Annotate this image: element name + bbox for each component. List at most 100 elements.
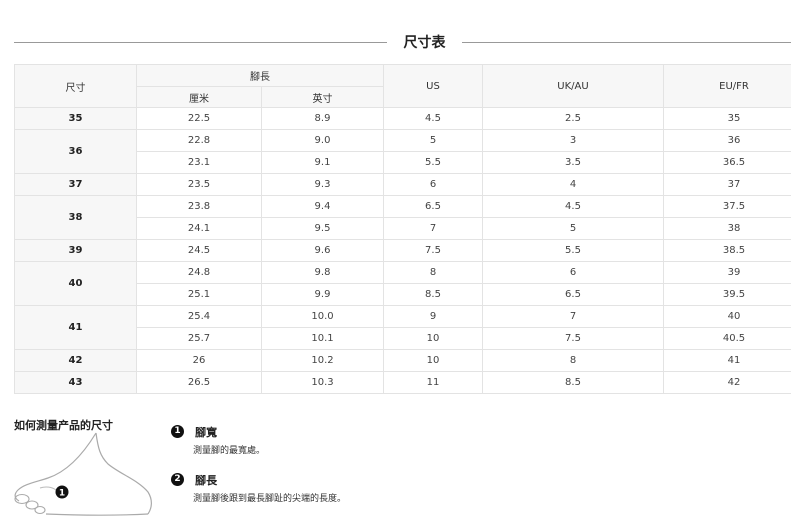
foot-outline-sole	[45, 513, 149, 516]
cell-eufr: 39	[663, 261, 791, 284]
cell-cm: 22.5	[136, 107, 262, 130]
cell-inch: 10.0	[261, 305, 384, 328]
step-foot-length: 2 腳長 測量腳後跟到最長腳趾的尖端的長度。	[171, 469, 346, 504]
cell-ukau: 5.5	[482, 239, 664, 262]
cell-cm: 23.5	[136, 173, 262, 196]
cell-ukau: 4.5	[482, 195, 664, 218]
foot-outline-top	[95, 432, 152, 515]
cell-size: 42	[14, 349, 137, 372]
step-label: 腳寬	[195, 425, 218, 439]
step-description: 測量腳後跟到最長腳趾的尖端的長度。	[193, 494, 347, 504]
header-ukau: UK/AU	[482, 64, 664, 108]
cell-eufr: 40.5	[663, 327, 791, 350]
cell-us: 7	[383, 217, 483, 240]
cell-inch: 9.3	[261, 173, 384, 196]
cell-inch: 10.1	[261, 327, 384, 350]
header-us: US	[383, 64, 483, 108]
header-cm: 厘米	[136, 86, 262, 108]
cell-ukau: 5	[482, 217, 664, 240]
cell-ukau: 3.5	[482, 151, 664, 174]
cell-cm: 23.1	[136, 151, 262, 174]
cell-eufr: 37.5	[663, 195, 791, 218]
cell-size: 43	[14, 371, 137, 394]
cell-eufr: 39.5	[663, 283, 791, 306]
cell-inch: 9.1	[261, 151, 384, 174]
header-foot-length: 腳長	[136, 64, 384, 87]
cell-eufr: 42	[663, 371, 791, 394]
table-row: 40 24.8 9.8 8 6 39	[14, 261, 791, 306]
cell-us: 8.5	[383, 283, 483, 306]
cell-us: 5.5	[383, 151, 483, 174]
cell-cm: 24.5	[136, 239, 262, 262]
cell-us: 8	[383, 261, 483, 284]
cell-size: 35	[14, 107, 137, 130]
foot-outline-instep	[14, 432, 97, 502]
cell-cm: 25.1	[136, 283, 262, 306]
table-row: 38 23.8 9.4 6.5 4.5 37.5	[14, 195, 791, 240]
cell-inch: 10.2	[261, 349, 384, 372]
cell-eufr: 37	[663, 173, 791, 196]
header-eufr: EU/FR	[663, 64, 791, 108]
cell-size: 39	[14, 239, 137, 262]
cell-ukau: 6.5	[482, 283, 664, 306]
cell-us: 4.5	[383, 107, 483, 130]
cell-cm: 23.8	[136, 195, 262, 218]
cell-inch: 9.9	[261, 283, 384, 306]
cell-size: 37	[14, 173, 137, 196]
cell-ukau: 6	[482, 261, 664, 284]
cell-size: 38	[14, 195, 137, 240]
table-row: 43 26.5 10.3 11 8.5 42	[14, 371, 791, 394]
step-label: 腳長	[195, 473, 218, 487]
header-size: 尺寸	[14, 64, 137, 108]
cell-us: 10	[383, 327, 483, 350]
cell-us: 10	[383, 349, 483, 372]
cell-inch: 9.6	[261, 239, 384, 262]
cell-cm: 25.4	[136, 305, 262, 328]
page-title: 尺寸表	[403, 35, 446, 51]
toe-third	[34, 505, 46, 515]
title-divider-right	[462, 42, 791, 43]
cell-eufr: 38	[663, 217, 791, 240]
cell-eufr: 41	[663, 349, 791, 372]
cell-size: 36	[14, 129, 137, 174]
size-table-body: 35 22.5 8.9 4.5 2.5 35 36 22.8 9.0 5 3 36 23.1 9.1 5.5…	[14, 107, 791, 394]
table-row: 41 25.4 10.0 9 7 40	[14, 305, 791, 350]
title-divider-left	[14, 42, 387, 43]
foot-diagram: 1	[14, 432, 152, 516]
cell-us: 7.5	[383, 239, 483, 262]
step-description: 測量腳的最寬處。	[193, 446, 266, 456]
cell-eufr: 40	[663, 305, 791, 328]
cell-cm: 26.5	[136, 371, 262, 394]
diagram-marker-1-label: 1	[59, 489, 65, 499]
cell-cm: 25.7	[136, 327, 262, 350]
toe-crease	[39, 486, 57, 491]
cell-cm: 24.1	[136, 217, 262, 240]
table-row: 36 22.8 9.0 5 3 36	[14, 129, 791, 174]
cell-cm: 26	[136, 349, 262, 372]
section-title-row: 尺寸表	[14, 32, 791, 54]
table-row: 37 23.5 9.3 6 4 37	[14, 173, 791, 196]
cell-inch: 9.0	[261, 129, 384, 152]
cell-inch: 10.3	[261, 371, 384, 394]
cell-cm: 24.8	[136, 261, 262, 284]
cell-ukau: 8.5	[482, 371, 664, 394]
header-inch: 英寸	[261, 86, 384, 108]
cell-cm: 22.8	[136, 129, 262, 152]
cell-us: 6.5	[383, 195, 483, 218]
step-foot-width: 1 腳寬 測量腳的最寬處。	[171, 421, 265, 456]
cell-us: 11	[383, 371, 483, 394]
cell-inch: 9.8	[261, 261, 384, 284]
cell-ukau: 7	[482, 305, 664, 328]
cell-size: 41	[14, 305, 137, 350]
step-number-icon: 2	[171, 473, 184, 486]
cell-size: 40	[14, 261, 137, 306]
cell-eufr: 38.5	[663, 239, 791, 262]
cell-eufr: 36.5	[663, 151, 791, 174]
cell-eufr: 35	[663, 107, 791, 130]
cell-ukau: 7.5	[482, 327, 664, 350]
cell-ukau: 8	[482, 349, 664, 372]
cell-us: 9	[383, 305, 483, 328]
cell-us: 6	[383, 173, 483, 196]
cell-inch: 8.9	[261, 107, 384, 130]
cell-ukau: 2.5	[482, 107, 664, 130]
